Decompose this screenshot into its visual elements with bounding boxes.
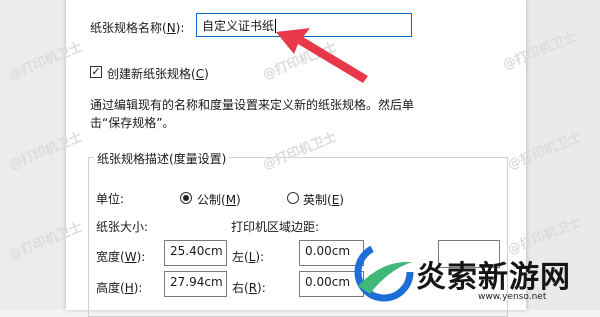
annotation-arrow xyxy=(276,28,368,83)
height-label: 高度(H): xyxy=(96,281,143,295)
imperial-label[interactable]: 英制(E) xyxy=(303,191,344,208)
paper-name-label: 纸张规格名称(N): xyxy=(90,21,185,35)
left-margin-label: 左(L): xyxy=(232,250,265,264)
paper-name-value: 自定义证书纸 xyxy=(202,19,275,33)
description-line-1: 通过编辑现有的名称和度量设置来定义新的纸张规格。然后单 xyxy=(90,98,415,112)
width-label: 宽度(W): xyxy=(96,250,146,264)
printer-margin-label: 打印机区域边距: xyxy=(231,220,320,234)
width-input[interactable]: 25.40cm xyxy=(164,240,227,266)
imperial-radio[interactable] xyxy=(287,192,299,204)
paper-size-label: 纸张大小: xyxy=(96,220,149,234)
right-margin-label: 右(R): xyxy=(232,281,266,295)
group-title: 纸张规格描述(度量设置) xyxy=(94,150,230,167)
description-line-2: 击“保存规格”。 xyxy=(90,116,175,130)
logo-title: 炎索新游网 xyxy=(416,260,571,295)
height-input[interactable]: 27.94cm xyxy=(164,271,227,297)
logo-emblem-icon xyxy=(354,242,414,302)
create-new-label[interactable]: 创建新纸张规格(C) xyxy=(107,65,209,82)
create-new-checkbox[interactable]: ✓ xyxy=(90,66,102,78)
metric-label[interactable]: 公制(M) xyxy=(197,191,241,208)
logo-url: www.yenso.net xyxy=(478,292,547,302)
unit-label: 单位: xyxy=(96,192,125,206)
metric-radio[interactable] xyxy=(180,192,192,204)
